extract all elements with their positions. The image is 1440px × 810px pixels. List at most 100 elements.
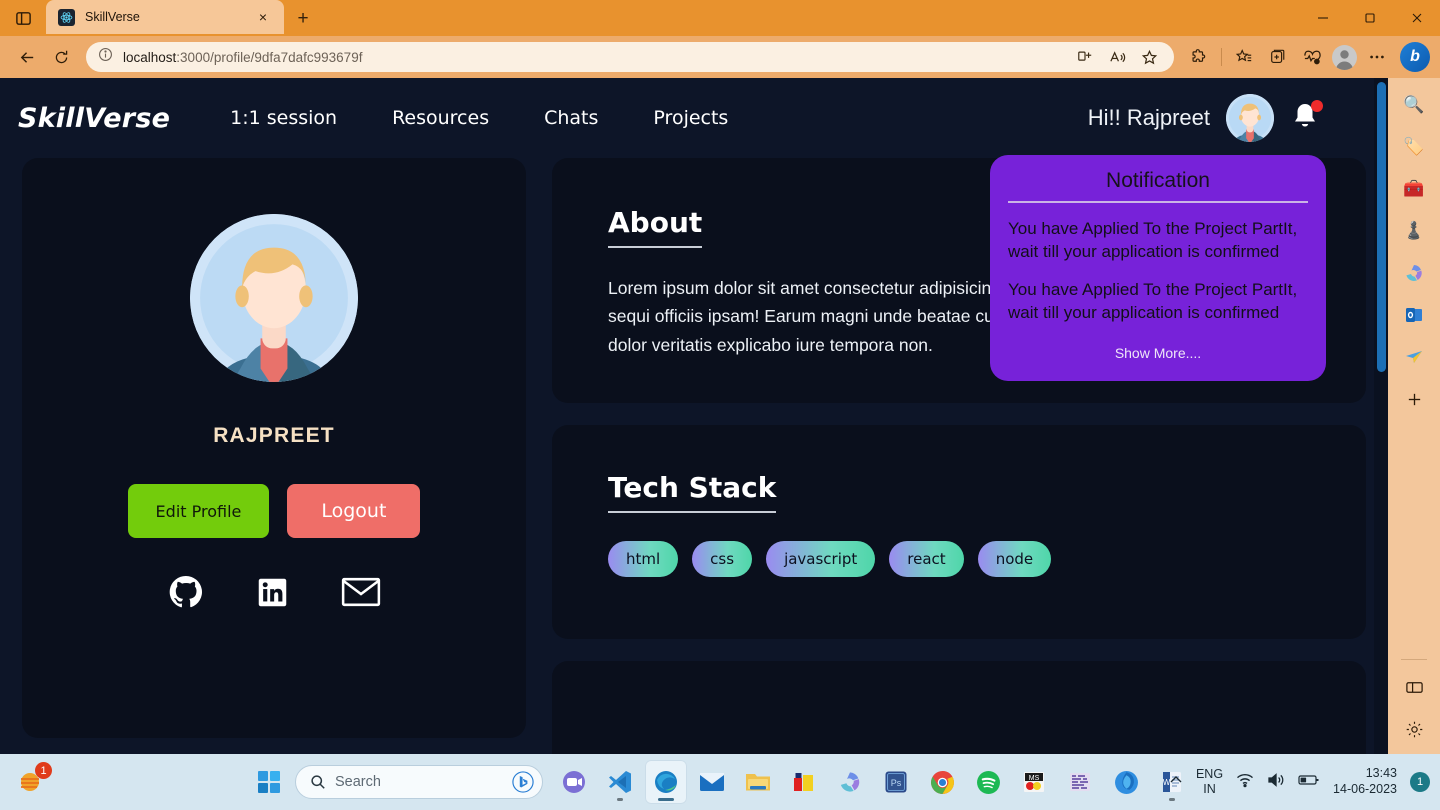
site-navbar: SkillVerse 1:1 session Resources Chats P… xyxy=(0,78,1388,158)
tools-icon[interactable]: 🧰 xyxy=(1399,174,1429,204)
settings-more-icon[interactable] xyxy=(1360,42,1394,72)
tab-actions-icon[interactable] xyxy=(0,0,46,36)
edit-profile-button[interactable]: Edit Profile xyxy=(127,484,270,538)
taskbar-app-firefox[interactable] xyxy=(1105,760,1147,804)
split-pane-icon[interactable] xyxy=(1399,672,1429,702)
start-button[interactable] xyxy=(247,760,291,804)
about-title: About xyxy=(608,206,703,248)
taskbar-app-teams[interactable] xyxy=(553,760,595,804)
navbar-right: Hi!! Rajpreet xyxy=(1088,94,1348,142)
maximize-button[interactable] xyxy=(1346,0,1393,36)
taskbar-app-spotify[interactable] xyxy=(967,760,1009,804)
favorite-star-icon[interactable] xyxy=(1134,44,1164,70)
split-screen-icon[interactable] xyxy=(1070,44,1100,70)
toolbar-divider xyxy=(1221,48,1222,66)
new-tab-button[interactable]: + xyxy=(292,8,314,30)
nav-item-resources[interactable]: Resources xyxy=(392,107,489,129)
logout-button[interactable]: Logout xyxy=(287,484,421,538)
tech-pill-javascript[interactable]: javascript xyxy=(766,541,876,578)
taskbar-app-vscode[interactable] xyxy=(599,760,641,804)
outlook-icon[interactable] xyxy=(1399,300,1429,330)
language-line1: ENG xyxy=(1195,767,1224,782)
profile-picture[interactable] xyxy=(190,214,358,382)
refresh-icon[interactable] xyxy=(44,42,78,72)
extensions-icon[interactable] xyxy=(1182,42,1216,72)
email-icon[interactable] xyxy=(341,576,381,608)
webpage-viewport: SkillVerse 1:1 session Resources Chats P… xyxy=(0,78,1388,754)
favorites-icon[interactable] xyxy=(1227,42,1261,72)
avatar[interactable] xyxy=(1226,94,1274,142)
close-window-button[interactable] xyxy=(1393,0,1440,36)
notification-item[interactable]: You have Applied To the Project PartIt, … xyxy=(1008,278,1308,325)
search-icon[interactable]: 🔍 xyxy=(1399,90,1429,120)
clock[interactable]: 13:43 14-06-2023 xyxy=(1333,766,1397,797)
notification-item[interactable]: You have Applied To the Project PartIt, … xyxy=(1008,217,1308,264)
tech-pill-css[interactable]: css xyxy=(692,541,753,578)
taskbar-app-office[interactable] xyxy=(829,760,871,804)
taskbar-app-chrome[interactable] xyxy=(921,760,963,804)
weather-badge: 1 xyxy=(35,762,52,779)
taskbar-app-mail[interactable] xyxy=(691,760,733,804)
search-placeholder: Search xyxy=(335,774,381,790)
taskbar-tray: ENG IN 13:43 14-06-2023 1 xyxy=(1169,766,1430,797)
browser-essentials-icon[interactable] xyxy=(1295,42,1329,72)
nav-item-1-1-session[interactable]: 1:1 session xyxy=(230,107,337,129)
browser-tab[interactable]: SkillVerse × xyxy=(46,0,284,34)
scrollbar-thumb[interactable] xyxy=(1377,82,1386,372)
add-icon[interactable] xyxy=(1399,384,1429,414)
tray-expand-icon[interactable] xyxy=(1169,773,1183,792)
tech-pill-html[interactable]: html xyxy=(608,541,679,578)
show-more-link[interactable]: Show More.... xyxy=(1008,345,1308,361)
svg-text:Ps: Ps xyxy=(891,778,902,788)
tech-pill-react[interactable]: react xyxy=(889,541,964,578)
notification-bell-icon[interactable] xyxy=(1290,100,1323,135)
tech-stack-card: Tech Stack html css javascript react nod… xyxy=(552,425,1366,640)
info-icon[interactable] xyxy=(98,47,113,67)
nav-item-chats[interactable]: Chats xyxy=(544,107,598,129)
minimize-button[interactable] xyxy=(1299,0,1346,36)
collections-icon[interactable] xyxy=(1261,42,1295,72)
taskbar-app-code[interactable] xyxy=(1059,760,1101,804)
shopping-icon[interactable]: 🏷️ xyxy=(1399,132,1429,162)
greeting-text: Hi!! Rajpreet xyxy=(1087,105,1210,130)
url-path: :3000/profile/9dfa7dafc993679f xyxy=(176,49,363,65)
tech-pill-node[interactable]: node xyxy=(977,541,1052,578)
app-running-dot xyxy=(658,798,674,801)
volume-icon[interactable] xyxy=(1267,772,1285,793)
taskbar-app-store[interactable] xyxy=(783,760,825,804)
nav-item-projects[interactable]: Projects xyxy=(653,107,728,129)
taskbar-app-file-explorer[interactable] xyxy=(737,760,779,804)
taskbar-app-paint[interactable]: MS xyxy=(1013,760,1055,804)
notification-center-badge[interactable]: 1 xyxy=(1410,772,1430,792)
url-host: localhost xyxy=(123,49,177,65)
site-logo[interactable]: SkillVerse xyxy=(18,103,170,134)
wifi-icon[interactable] xyxy=(1236,772,1254,793)
page-scrollbar[interactable] xyxy=(1374,78,1388,754)
read-aloud-icon[interactable] xyxy=(1102,44,1132,70)
notification-badge-dot xyxy=(1311,100,1323,112)
address-bar[interactable]: localhost:3000/profile/9dfa7dafc993679f xyxy=(86,42,1174,72)
back-arrow-icon[interactable] xyxy=(10,42,44,72)
svg-text:MS: MS xyxy=(1029,775,1040,782)
windows-taskbar: 1 Search Ps MS W ENG IN 13:43 14-06-2023… xyxy=(0,754,1440,810)
language-indicator[interactable]: ENG IN xyxy=(1196,767,1223,797)
gear-icon[interactable] xyxy=(1399,714,1429,744)
language-line2: IN xyxy=(1203,782,1216,796)
search-input[interactable]: Search xyxy=(295,765,543,799)
taskbar-app-edge[interactable] xyxy=(645,760,687,804)
games-icon[interactable]: ♟️ xyxy=(1399,216,1429,246)
browser-toolbar: localhost:3000/profile/9dfa7dafc993679f xyxy=(0,36,1440,78)
taskbar-center: Search Ps MS W xyxy=(247,760,1193,804)
battery-icon[interactable] xyxy=(1298,773,1320,792)
taskbar-app-photoshop[interactable]: Ps xyxy=(875,760,917,804)
tab-title: SkillVerse xyxy=(85,10,140,24)
drop-icon[interactable] xyxy=(1399,342,1429,372)
profile-icon[interactable] xyxy=(1332,44,1357,70)
office-icon[interactable] xyxy=(1399,258,1429,288)
github-icon[interactable] xyxy=(168,574,204,610)
weather-widget[interactable]: 1 xyxy=(10,761,52,803)
close-icon[interactable]: × xyxy=(252,6,274,28)
linkedin-icon[interactable] xyxy=(256,576,289,609)
copilot-icon[interactable]: b xyxy=(1400,42,1430,72)
taskbar-left: 1 xyxy=(10,761,52,803)
